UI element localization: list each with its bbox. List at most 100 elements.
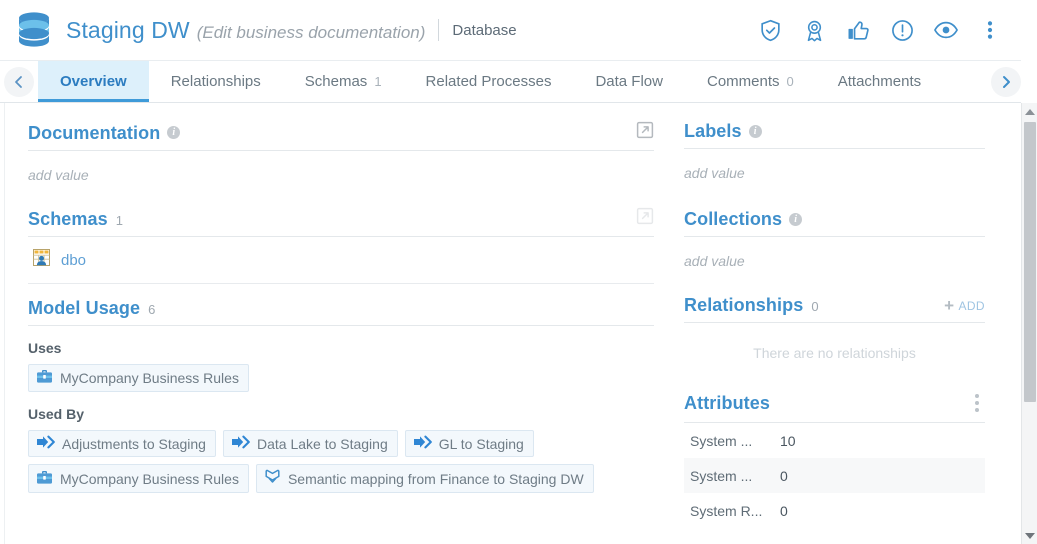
tab-attachments[interactable]: Attachments xyxy=(816,61,943,102)
schema-name: dbo xyxy=(61,252,86,269)
edit-documentation-hint[interactable]: (Edit business documentation) xyxy=(197,23,426,43)
header-divider xyxy=(438,19,439,41)
section-title: Model Usage xyxy=(28,298,140,319)
attribute-value: 0 xyxy=(780,503,788,519)
schema-table-icon xyxy=(32,248,51,272)
more-vertical-icon[interactable] xyxy=(973,13,1007,47)
double-arrow-icon xyxy=(231,435,250,452)
attribute-row[interactable]: System R... 0 xyxy=(684,493,985,528)
add-label: ADD xyxy=(958,299,985,313)
chevron-left-icon xyxy=(4,67,34,97)
model-chip[interactable]: Adjustments to Staging xyxy=(28,430,216,457)
briefcase-icon xyxy=(36,369,53,387)
tab-related-processes[interactable]: Related Processes xyxy=(404,61,574,102)
tab-count: 0 xyxy=(787,74,794,89)
shield-check-icon[interactable] xyxy=(753,13,787,47)
more-vertical-icon[interactable] xyxy=(969,391,985,415)
object-detail-page: Staging DW (Edit business documentation)… xyxy=(0,0,1037,544)
documentation-header: Documentation i xyxy=(28,121,654,150)
collections-header: Collections i xyxy=(684,209,985,236)
page-title: Staging DW (Edit business documentation) xyxy=(66,17,425,44)
collections-empty-value[interactable]: add value xyxy=(684,237,985,289)
model-usage-header: Model Usage 6 xyxy=(28,298,654,325)
tab-label: Schemas xyxy=(305,73,368,90)
tab-schemas[interactable]: Schemas 1 xyxy=(283,61,404,102)
chip-label: Data Lake to Staging xyxy=(257,436,388,452)
labels-empty-value[interactable]: add value xyxy=(684,149,985,201)
tab-relationships[interactable]: Relationships xyxy=(149,61,283,102)
page-header: Staging DW (Edit business documentation)… xyxy=(0,0,1021,61)
scrollbar-thumb[interactable] xyxy=(1024,122,1036,402)
attribute-row[interactable]: System ... 0 xyxy=(684,458,985,493)
tab-label: Relationships xyxy=(171,73,261,90)
tabs-scroll-left-button[interactable] xyxy=(0,61,38,102)
database-icon xyxy=(12,8,56,52)
object-type-label: Database xyxy=(452,22,516,39)
scroll-up-button[interactable] xyxy=(1022,103,1037,120)
relationships-section: Relationships 0 + ADD There are no relat… xyxy=(684,295,985,387)
tab-comments[interactable]: Comments 0 xyxy=(685,61,816,102)
overview-content: Documentation i add value xyxy=(0,103,1021,544)
tab-label: Data Flow xyxy=(595,73,663,90)
triangle-up-icon xyxy=(1025,109,1035,115)
schemas-header: Schemas 1 xyxy=(28,207,654,236)
section-title: Labels xyxy=(684,121,742,142)
labels-section: Labels i add value xyxy=(684,121,985,201)
info-icon[interactable]: i xyxy=(167,126,180,139)
tab-data-flow[interactable]: Data Flow xyxy=(573,61,685,102)
expand-icon[interactable] xyxy=(636,121,654,144)
model-usage-section: Model Usage 6 Uses xyxy=(28,298,654,493)
header-actions xyxy=(753,13,1007,47)
attributes-header: Attributes xyxy=(684,391,985,422)
model-chip[interactable]: MyCompany Business Rules xyxy=(28,464,249,493)
model-chip[interactable]: MyCompany Business Rules xyxy=(28,364,249,392)
relationships-header: Relationships 0 + ADD xyxy=(684,295,985,322)
used-by-label: Used By xyxy=(28,406,654,422)
double-arrow-icon xyxy=(36,435,55,452)
warning-circle-icon[interactable] xyxy=(885,13,919,47)
tab-count: 1 xyxy=(374,74,381,89)
eye-icon[interactable] xyxy=(929,13,963,47)
triangle-down-icon xyxy=(1025,533,1035,539)
content-left-rail xyxy=(0,103,5,544)
tab-label: Related Processes xyxy=(426,73,552,90)
section-title: Schemas xyxy=(28,209,108,230)
attribute-name: System ... xyxy=(684,468,780,484)
expand-icon[interactable] xyxy=(636,207,654,230)
add-relationship-button[interactable]: + ADD xyxy=(944,297,985,314)
info-icon[interactable]: i xyxy=(749,125,762,138)
model-chip[interactable]: Data Lake to Staging xyxy=(223,430,398,457)
model-chip[interactable]: Semantic mapping from Finance to Staging… xyxy=(256,464,594,493)
award-ribbon-icon[interactable] xyxy=(797,13,831,47)
documentation-empty-value[interactable]: add value xyxy=(28,151,654,203)
vertical-scrollbar[interactable] xyxy=(1021,103,1037,544)
section-title: Attributes xyxy=(684,393,770,414)
object-name[interactable]: Staging DW xyxy=(66,17,190,44)
chip-label: Adjustments to Staging xyxy=(62,436,206,452)
info-icon[interactable]: i xyxy=(789,213,802,226)
uses-label: Uses xyxy=(28,340,654,356)
thumbs-up-icon[interactable] xyxy=(841,13,875,47)
section-title: Documentation xyxy=(28,123,160,144)
double-arrow-icon xyxy=(413,435,432,452)
chip-label: MyCompany Business Rules xyxy=(60,471,239,487)
tab-bar: Overview Relationships Schemas 1 Related… xyxy=(0,61,1021,103)
model-chip[interactable]: GL to Staging xyxy=(405,430,534,457)
attribute-name: System R... xyxy=(684,503,780,519)
attribute-name: System ... xyxy=(684,433,780,449)
scroll-down-button[interactable] xyxy=(1022,527,1037,544)
tab-overview[interactable]: Overview xyxy=(38,61,149,102)
briefcase-icon xyxy=(36,470,53,488)
documentation-section: Documentation i add value xyxy=(28,121,654,203)
schema-list-item[interactable]: dbo xyxy=(28,237,654,284)
collections-section: Collections i add value xyxy=(684,209,985,289)
section-count: 1 xyxy=(116,213,123,228)
attributes-section: Attributes System ... 10 System ... 0 xyxy=(684,391,985,528)
section-title: Relationships xyxy=(684,295,803,316)
tabs-scroll-right-button[interactable] xyxy=(991,61,1021,102)
tab-label: Overview xyxy=(60,73,127,90)
attribute-value: 10 xyxy=(780,433,796,449)
scrollbar-top-filler xyxy=(1021,0,1037,103)
attribute-row[interactable]: System ... 10 xyxy=(684,423,985,458)
chip-label: Semantic mapping from Finance to Staging… xyxy=(288,471,584,487)
